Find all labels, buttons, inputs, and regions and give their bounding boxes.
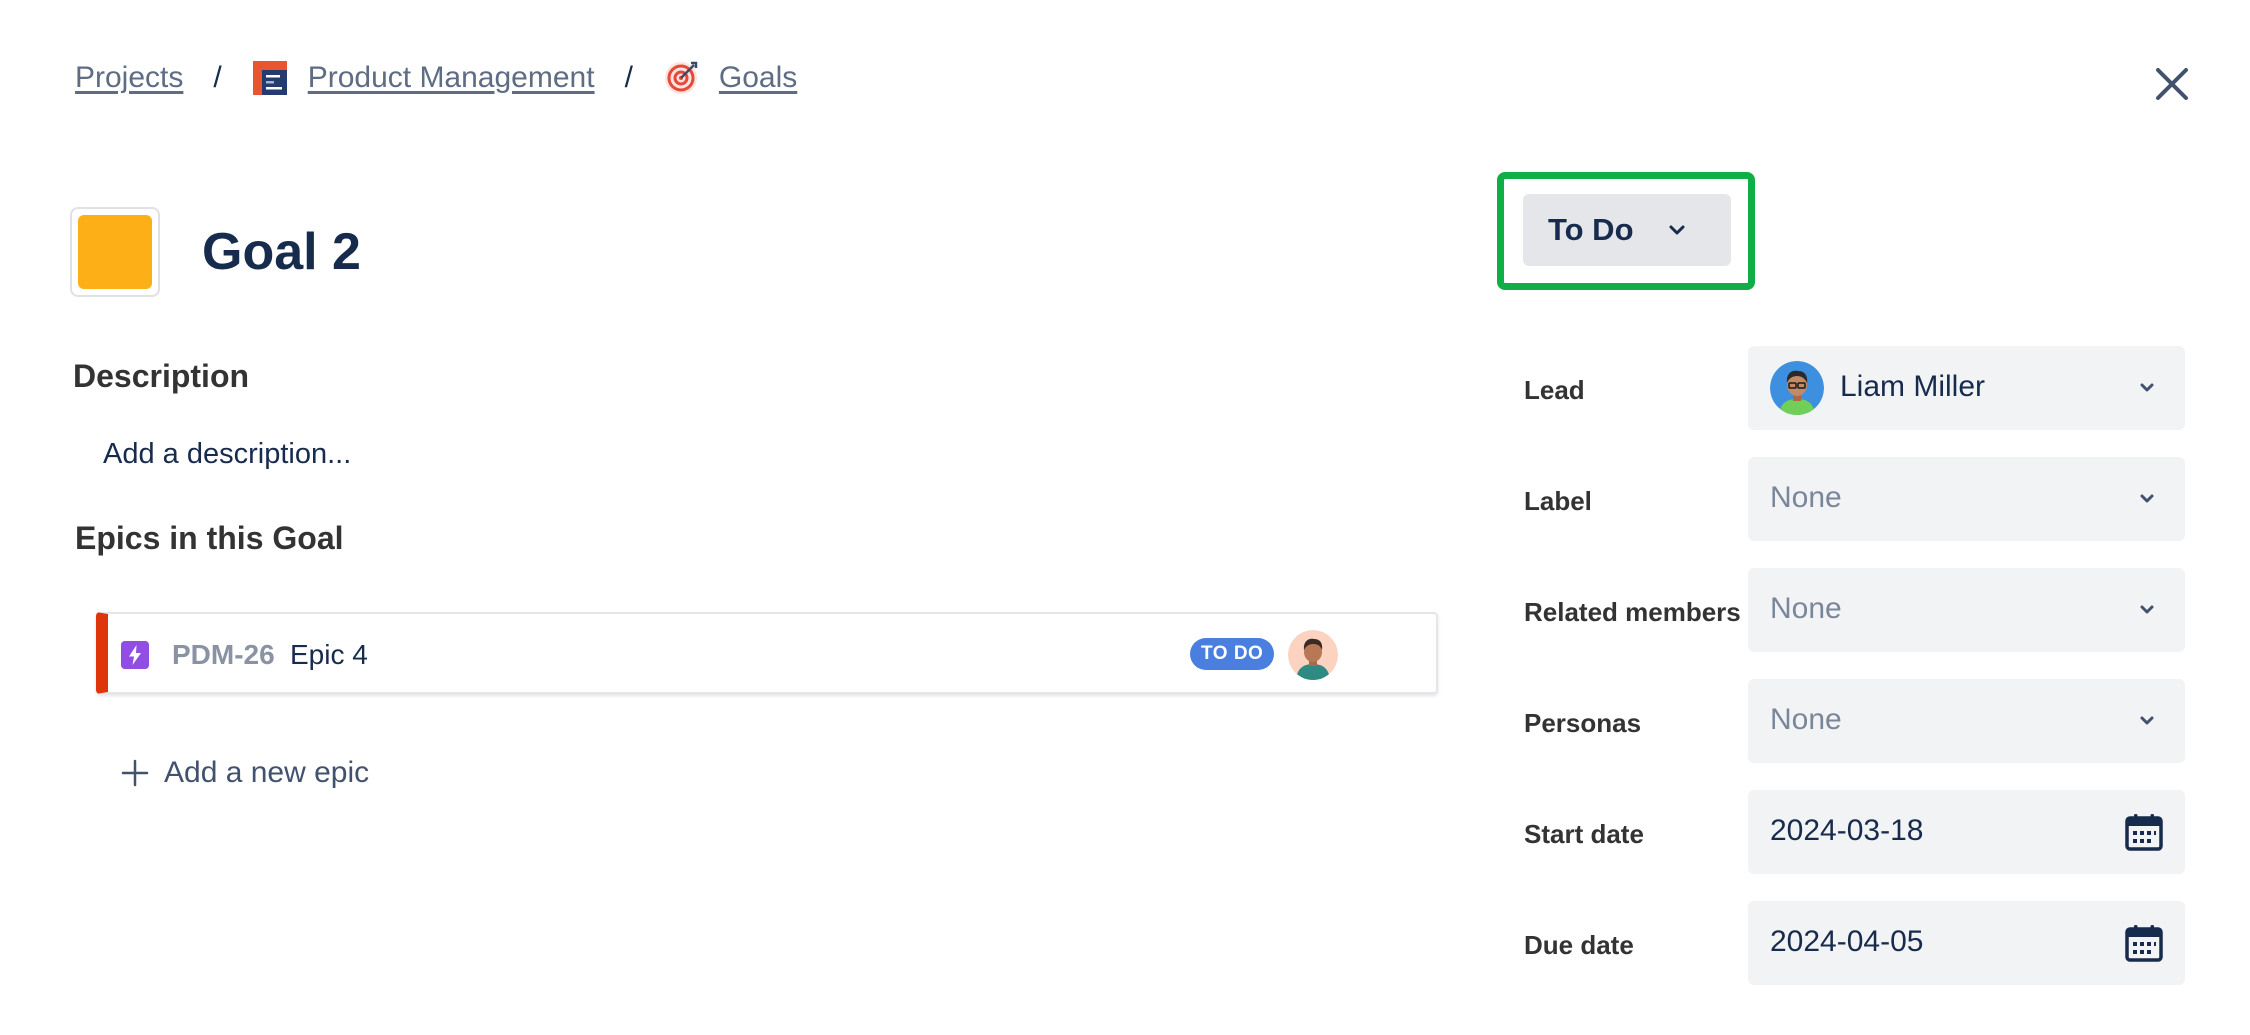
description-heading: Description [73, 358, 250, 394]
epic-list-item[interactable]: PDM-26 Epic 4 TO DO [96, 612, 1438, 694]
chevron-down-icon [2140, 383, 2154, 392]
add-epic-label: Add a new epic [164, 756, 370, 789]
breadcrumb-project-link[interactable]: Product Management [308, 61, 595, 95]
close-icon[interactable] [2150, 62, 2194, 106]
goal-color-picker[interactable] [70, 207, 160, 297]
chevron-down-icon [2140, 494, 2154, 503]
due-date-label: Due date [1524, 930, 1634, 960]
breadcrumb-separator: / [213, 61, 222, 94]
add-epic-button[interactable]: Add a new epic [120, 753, 369, 793]
due-date-value: 2024-04-05 [1770, 925, 1924, 958]
label-value: None [1770, 481, 1842, 514]
epics-heading: Epics in this Goal [75, 520, 344, 556]
goal-color-swatch [78, 215, 152, 289]
breadcrumb: Projects / Product Management / Goals [75, 58, 797, 98]
start-date-label: Start date [1524, 819, 1644, 849]
page-title[interactable]: Goal 2 [202, 222, 361, 282]
epic-key[interactable]: PDM-26 [172, 639, 275, 671]
chevron-down-icon [1669, 225, 1685, 235]
related-members-value: None [1770, 592, 1842, 625]
status-dropdown[interactable]: To Do [1523, 194, 1731, 266]
label-select[interactable]: None [1748, 457, 2185, 541]
plus-icon [121, 759, 149, 787]
description-editor[interactable]: Add a description... [103, 438, 351, 471]
calendar-icon[interactable] [2124, 812, 2164, 852]
lead-select[interactable]: Liam Miller [1748, 346, 2185, 430]
lead-label: Lead [1524, 375, 1585, 405]
lightning-icon [121, 641, 149, 669]
chevron-down-icon [2140, 605, 2154, 614]
breadcrumb-separator: / [624, 61, 633, 94]
label-field-label: Label [1524, 486, 1592, 516]
status-badge: TO DO [1190, 638, 1275, 670]
personas-value: None [1770, 703, 1842, 736]
avatar[interactable] [1288, 630, 1338, 680]
epic-name: Epic 4 [290, 639, 368, 670]
target-icon [664, 61, 698, 94]
breadcrumb-projects-link[interactable]: Projects [75, 61, 183, 95]
lead-value: Liam Miller [1840, 370, 1986, 403]
personas-label: Personas [1524, 708, 1642, 738]
personas-select[interactable]: None [1748, 679, 2185, 763]
start-date-value: 2024-03-18 [1770, 814, 1924, 847]
due-date-picker[interactable]: 2024-04-05 [1748, 901, 2185, 985]
calendar-icon[interactable] [2124, 923, 2164, 963]
status-value: To Do [1548, 212, 1634, 247]
chevron-down-icon [2140, 716, 2154, 725]
product-management-icon [252, 61, 287, 95]
avatar [1770, 361, 1824, 415]
related-members-select[interactable]: None [1748, 568, 2185, 652]
start-date-picker[interactable]: 2024-03-18 [1748, 790, 2185, 874]
related-members-label: Related members [1524, 597, 1741, 627]
breadcrumb-goals-link[interactable]: Goals [719, 61, 797, 95]
